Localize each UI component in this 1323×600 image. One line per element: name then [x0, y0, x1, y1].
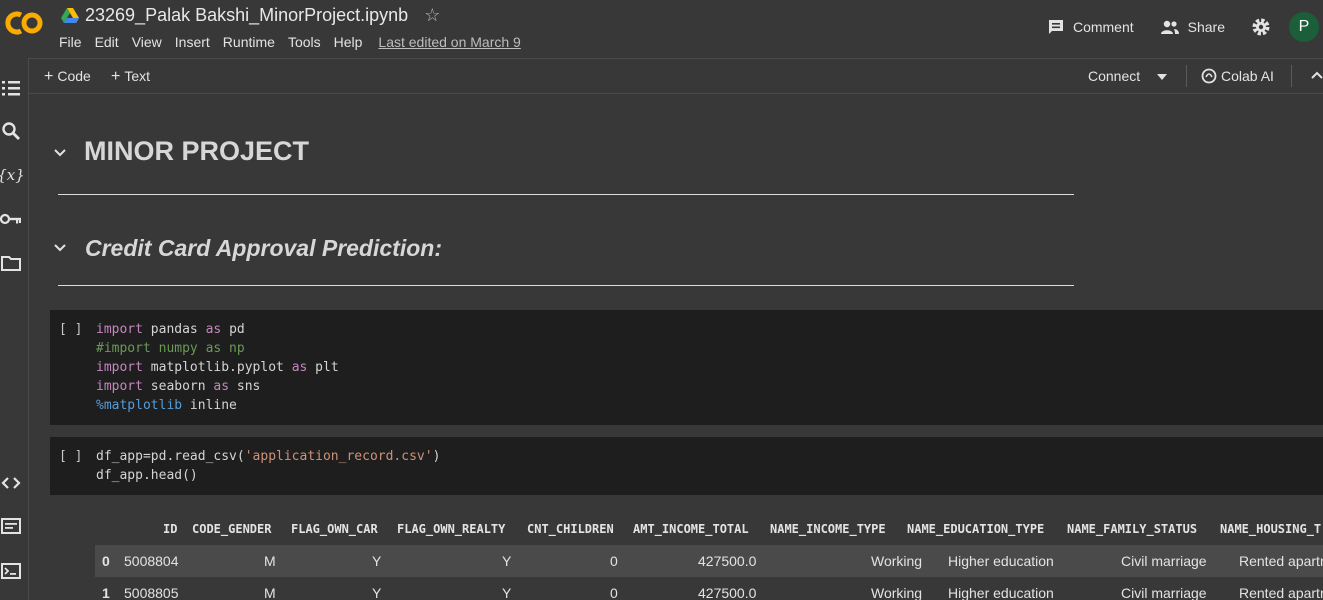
- share-label: Share: [1187, 19, 1225, 35]
- star-icon[interactable]: ☆: [424, 5, 440, 26]
- column-header: ID: [163, 522, 178, 536]
- google-drive-icon: [61, 7, 79, 23]
- heading-credit-card: Credit Card Approval Prediction:: [85, 235, 442, 261]
- plus-icon: +: [111, 68, 121, 85]
- chevron-up-icon[interactable]: [1311, 70, 1323, 80]
- menu-edit[interactable]: Edit: [95, 34, 119, 50]
- table-cell: Y: [502, 585, 512, 600]
- add-text-button[interactable]: + Text: [111, 68, 150, 86]
- table-cell: 427500.0: [698, 553, 757, 569]
- header-actions: Comment Share P: [1047, 12, 1323, 42]
- table-cell: Y: [372, 585, 382, 600]
- terminal-icon[interactable]: [0, 560, 22, 582]
- plus-icon: +: [44, 68, 54, 85]
- avatar[interactable]: P: [1289, 12, 1319, 42]
- table-cell: Rented apartr: [1239, 585, 1323, 600]
- table-cell: Working: [871, 585, 923, 600]
- table-cell: Y: [502, 553, 512, 569]
- search-icon[interactable]: [0, 120, 22, 142]
- colab-ai-label: Colab AI: [1221, 68, 1274, 84]
- table-cell: M: [264, 553, 276, 569]
- run-cell-button[interactable]: [ ]: [59, 322, 82, 337]
- column-header: NAME_INCOME_TYPE: [770, 522, 886, 536]
- table-cell: Working: [871, 553, 923, 569]
- column-header: CODE_GENDER: [192, 522, 272, 536]
- table-cell: Rented apartr: [1239, 553, 1323, 569]
- gear-icon[interactable]: [1251, 17, 1271, 37]
- menu-view[interactable]: View: [132, 34, 162, 50]
- colab-ai-button[interactable]: Colab AI: [1201, 68, 1274, 84]
- column-header: NAME_EDUCATION_TYPE: [907, 522, 1045, 536]
- variables-icon[interactable]: {x}: [0, 164, 25, 186]
- run-cell-button[interactable]: [ ]: [59, 449, 82, 464]
- table-cell: Higher education: [948, 585, 1054, 600]
- column-header: NAME_FAMILY_STATUS: [1067, 522, 1198, 536]
- colab-logo-icon[interactable]: [3, 8, 45, 38]
- comment-icon: [1048, 20, 1063, 34]
- add-code-label: Code: [57, 68, 91, 84]
- comment-label: Comment: [1072, 19, 1134, 35]
- menu-runtime[interactable]: Runtime: [223, 34, 275, 50]
- colab-ai-icon: [1201, 68, 1217, 84]
- add-text-label: Text: [124, 68, 151, 84]
- code-cell-read-csv[interactable]: [ ] df_app=pd.read_csv('application_reco…: [50, 437, 1323, 495]
- command-palette-icon[interactable]: [0, 515, 22, 537]
- collapse-section-chevron-icon[interactable]: [53, 146, 67, 160]
- column-header: NAME_HOUSING_T: [1220, 522, 1322, 536]
- menu-bar: File Edit View Insert Runtime Tools Help…: [59, 34, 534, 50]
- notebook-toolbar: + Code + Text Connect Colab AI: [29, 58, 1323, 94]
- left-sidebar: {x}: [0, 58, 29, 600]
- code-cell-imports[interactable]: [ ] import pandas as pd #import numpy as…: [50, 310, 1323, 425]
- notebook-content: MINOR PROJECT Credit Card Approval Predi…: [29, 95, 1323, 600]
- table-cell: Y: [372, 553, 382, 569]
- chevron-down-icon[interactable]: [1157, 74, 1167, 80]
- column-header: FLAG_OWN_REALTY: [397, 522, 506, 536]
- table-row: 1 5008805 M Y Y 0 427500.0 Working Highe…: [95, 577, 1323, 600]
- menu-help[interactable]: Help: [334, 34, 363, 50]
- column-header: FLAG_OWN_CAR: [291, 522, 378, 536]
- add-code-button[interactable]: + Code: [44, 68, 91, 86]
- menu-file[interactable]: File: [59, 34, 82, 50]
- notebook-title-area: 23269_Palak Bakshi_MinorProject.ipynb ☆: [61, 5, 440, 26]
- column-header: AMT_INCOME_TOTAL: [633, 522, 749, 536]
- table-row: 0 5008804 M Y Y 0 427500.0 Working Highe…: [95, 545, 1323, 577]
- row-index: 1: [102, 585, 110, 600]
- share-button[interactable]: Share: [1160, 19, 1225, 35]
- folder-icon[interactable]: [0, 252, 22, 274]
- table-cell: Higher education: [948, 553, 1054, 569]
- table-cell: M: [264, 585, 276, 600]
- table-cell: 5008804: [124, 553, 179, 569]
- heading-minor-project: MINOR PROJECT: [84, 136, 310, 166]
- connect-button[interactable]: Connect: [1088, 68, 1140, 84]
- table-cell: 0: [610, 553, 618, 569]
- code-editor[interactable]: import pandas as pd #import numpy as np …: [96, 320, 339, 415]
- table-cell: 0: [610, 585, 618, 600]
- table-of-contents-icon[interactable]: [0, 77, 22, 99]
- comment-button[interactable]: Comment: [1047, 18, 1134, 36]
- horizontal-rule: [58, 194, 1074, 195]
- code-snippets-icon[interactable]: [0, 472, 22, 494]
- table-header: ID CODE_GENDER FLAG_OWN_CAR FLAG_OWN_REA…: [95, 505, 1323, 543]
- table-cell: 427500.0: [698, 585, 757, 600]
- collapse-section-chevron-icon[interactable]: [53, 241, 67, 255]
- dataframe-output: ID CODE_GENDER FLAG_OWN_CAR FLAG_OWN_REA…: [95, 505, 1323, 600]
- horizontal-rule: [58, 285, 1074, 286]
- row-index: 0: [102, 553, 110, 569]
- column-header: CNT_CHILDREN: [527, 522, 614, 536]
- toolbar-divider: [1186, 65, 1187, 87]
- table-cell: Civil marriage: [1121, 585, 1207, 600]
- app-header: 23269_Palak Bakshi_MinorProject.ipynb ☆ …: [0, 0, 1323, 58]
- notebook-title[interactable]: 23269_Palak Bakshi_MinorProject.ipynb: [85, 5, 408, 26]
- table-cell: Civil marriage: [1121, 553, 1207, 569]
- share-people-icon: [1160, 20, 1179, 34]
- menu-tools[interactable]: Tools: [288, 34, 321, 50]
- menu-insert[interactable]: Insert: [175, 34, 210, 50]
- secrets-key-icon[interactable]: [0, 208, 22, 230]
- code-editor[interactable]: df_app=pd.read_csv('application_record.c…: [96, 447, 440, 485]
- toolbar-divider: [1291, 65, 1292, 87]
- last-edited-link[interactable]: Last edited on March 9: [378, 34, 520, 50]
- table-cell: 5008805: [124, 585, 179, 600]
